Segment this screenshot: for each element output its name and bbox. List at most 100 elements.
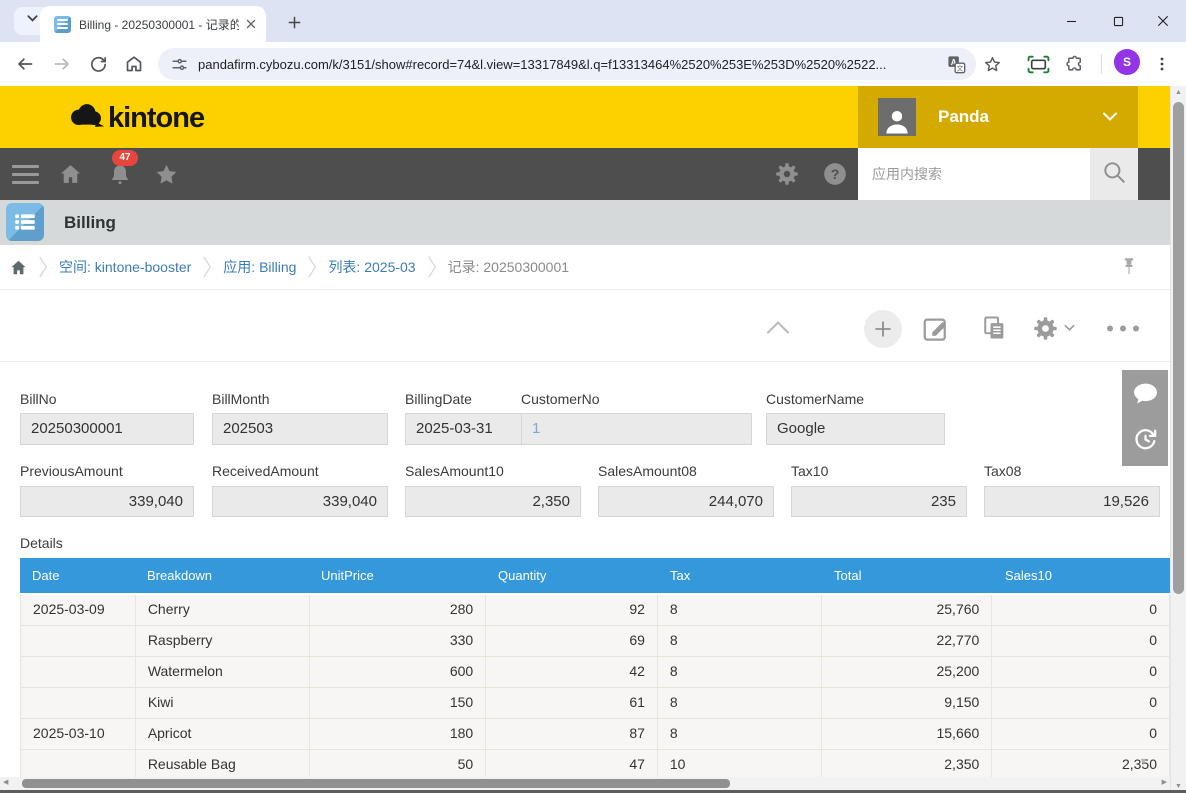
window-close-button[interactable] <box>1140 0 1186 42</box>
kintone-logo[interactable]: kintone <box>66 101 205 135</box>
site-settings-icon[interactable] <box>171 56 188 73</box>
browser-profile-avatar[interactable]: S <box>1114 49 1140 75</box>
table-cell <box>21 688 136 718</box>
scroll-down-arrow-icon[interactable]: ▼ <box>1171 783 1186 790</box>
more-options-icon[interactable] <box>1106 325 1140 332</box>
breadcrumb-home-icon[interactable] <box>10 259 27 276</box>
notification-count-badge: 47 <box>112 150 138 166</box>
window-minimize-button[interactable] <box>1048 0 1094 42</box>
field-value: Google <box>766 413 945 445</box>
table-cell: 9,150 <box>822 688 993 718</box>
field-value: 339,040 <box>20 486 194 517</box>
portal-home-icon[interactable] <box>58 162 83 187</box>
hamburger-menu-icon[interactable] <box>12 165 39 189</box>
browser-menu-icon[interactable] <box>1152 54 1172 74</box>
gear-dropdown-chevron-icon[interactable] <box>1064 324 1075 332</box>
table-cell: 15,660 <box>822 719 993 749</box>
scroll-up-arrow-icon[interactable]: ▲ <box>1171 89 1186 96</box>
horizontal-scrollbar-thumb[interactable] <box>22 779 730 788</box>
table-cell: 25,200 <box>822 657 993 687</box>
back-button[interactable] <box>15 54 35 74</box>
bookmark-star-icon[interactable] <box>982 54 1002 74</box>
breadcrumb-link[interactable]: 应用: Billing <box>223 257 296 277</box>
breadcrumb-items: 空间: kintone-booster 应用: Billing 列表: 2025-0… <box>27 254 569 280</box>
column-header: Breakdown <box>147 568 213 583</box>
user-menu-chevron-icon <box>1102 112 1118 122</box>
scroll-left-arrow-icon[interactable]: ◀ <box>3 778 8 786</box>
field-label: CustomerNo <box>521 391 600 407</box>
notifications-bell-icon[interactable] <box>108 163 132 187</box>
table-cell: Raspberry <box>136 626 310 656</box>
address-bar[interactable]: pandafirm.cybozu.com/k/3151/show#record=… <box>158 48 976 80</box>
breadcrumb-separator-icon <box>38 254 48 280</box>
table-row: 2025-03-09 Cherry 280 92 8 25,760 0 <box>21 595 1169 626</box>
in-app-search-input[interactable] <box>858 148 1090 200</box>
app-title: Billing <box>64 213 116 232</box>
help-icon[interactable]: ? <box>822 161 848 187</box>
settings-gear-icon[interactable] <box>774 161 800 187</box>
table-cell: 0 <box>1149 663 1157 679</box>
vertical-scrollbar-thumb[interactable] <box>1173 102 1184 594</box>
table-cell: 600 <box>310 657 487 687</box>
details-table-header: Date Breakdown UnitPrice Quantity Tax Total Sa… <box>20 558 1170 593</box>
search-button[interactable] <box>1090 148 1138 200</box>
tab-close-icon[interactable] <box>244 17 258 31</box>
table-cell: 22,770 <box>822 626 993 656</box>
translate-icon[interactable]: A文 <box>947 55 966 74</box>
field-label: Tax08 <box>984 463 1022 479</box>
vertical-scrollbar[interactable]: ▲ ▼ <box>1170 86 1186 793</box>
tab-title: Billing - 20250300001 - 记录的 <box>79 17 239 32</box>
home-button[interactable] <box>124 54 144 74</box>
breadcrumb-link[interactable]: 列表: 2025-03 <box>328 257 415 277</box>
field-label: ReceivedAmount <box>212 463 319 479</box>
browser-tab[interactable]: Billing - 20250300001 - 记录的 <box>40 6 266 42</box>
breadcrumb-separator-icon <box>202 254 212 280</box>
table-cell: 8 <box>658 595 822 625</box>
table-cell: 150 <box>310 688 487 718</box>
add-record-button[interactable] <box>864 310 902 348</box>
breadcrumb-link[interactable]: 空间: kintone-booster <box>59 257 191 277</box>
duplicate-record-button[interactable] <box>980 314 1008 342</box>
pin-icon[interactable] <box>1122 255 1136 283</box>
column-header: Total <box>834 568 862 583</box>
forward-button[interactable] <box>52 54 72 74</box>
horizontal-scrollbar[interactable]: ◀ ▶ <box>0 777 1170 790</box>
browser-tab-bar: Billing - 20250300001 - 记录的 <box>0 0 1186 42</box>
field-value: 20250300001 <box>20 413 194 445</box>
field-label: BillNo <box>20 391 57 407</box>
table-row: Kiwi 150 61 8 9,150 0 <box>21 688 1169 719</box>
record-settings-gear-icon[interactable] <box>1032 315 1059 342</box>
user-menu[interactable]: Panda <box>858 86 1138 148</box>
table-cell: 25,760 <box>822 595 993 625</box>
table-cell: 2025-03-10 <box>21 719 136 749</box>
edit-record-button[interactable] <box>921 314 951 344</box>
table-cell: Cherry <box>136 595 310 625</box>
field-value: 2025-03-31 <box>405 413 523 445</box>
table-cell: 50 <box>310 750 487 780</box>
history-icon[interactable] <box>1122 426 1168 453</box>
new-tab-button[interactable] <box>282 10 306 34</box>
field-value[interactable]: 1 <box>521 413 752 445</box>
scroll-right-arrow-icon[interactable]: ▶ <box>1162 778 1167 786</box>
favorites-star-icon[interactable] <box>154 162 179 187</box>
breadcrumb-current: 记录: 20250300001 <box>447 259 570 275</box>
comments-icon[interactable] <box>1122 382 1168 406</box>
table-cell: 8 <box>658 719 822 749</box>
reload-button[interactable] <box>88 54 108 74</box>
details-table: Date Breakdown UnitPrice Quantity Tax Total Sa… <box>20 558 1170 781</box>
field-value: 202503 <box>212 413 388 445</box>
chevron-down-icon <box>25 11 40 31</box>
column-header: Quantity <box>498 568 547 583</box>
table-cell: 2025-03-09 <box>21 595 136 625</box>
billing-app-icon[interactable] <box>6 203 44 241</box>
column-header: Date <box>32 568 60 583</box>
window-maximize-button[interactable] <box>1095 0 1141 42</box>
extensions-puzzle-icon[interactable] <box>1065 54 1085 74</box>
table-cell: 47 <box>486 750 658 780</box>
screenshot-tool-icon[interactable] <box>1026 54 1050 74</box>
table-cell: 330 <box>310 626 487 656</box>
table-row: Reusable Bag 50 47 10 2,350 2,350 <box>21 750 1169 780</box>
kintone-app-favicon <box>54 15 71 33</box>
collapse-chevron-icon[interactable] <box>764 320 792 335</box>
svg-text:?: ? <box>831 166 840 182</box>
